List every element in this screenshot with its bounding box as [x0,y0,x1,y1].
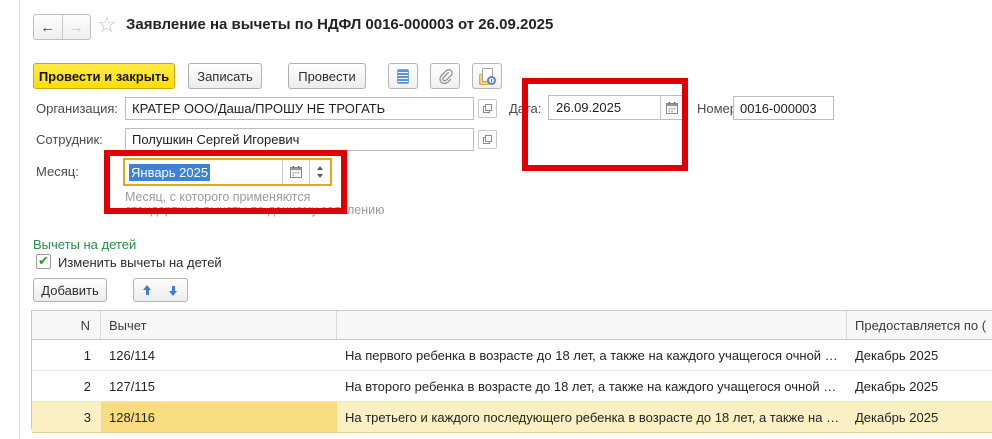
organization-open-button[interactable] [478,99,497,118]
annotation-red-box-date [522,78,688,171]
move-row-up-button[interactable] [133,278,161,302]
month-label: Месяц: [36,164,79,179]
table-row[interactable]: 1 126/114 На первого ребенка в возрасте … [32,340,992,371]
row-until-cell[interactable]: Декабрь 2025 [847,340,992,370]
month-input[interactable]: Январь 2025 [123,158,332,186]
row-desc-cell[interactable]: На второго ребенка в возрасте до 18 лет,… [337,371,847,401]
number-input[interactable]: 0016-000003 [733,96,834,120]
post-button[interactable]: Провести [288,63,366,89]
calendar-icon [290,166,302,178]
document-clock-icon [479,68,496,85]
show-postings-button[interactable] [388,63,418,89]
month-spinner[interactable] [309,160,330,184]
add-row-button[interactable]: Добавить [33,278,107,302]
row-num-cell[interactable]: 2 [32,371,101,401]
row-num-cell[interactable]: 1 [32,340,101,370]
row-code-cell[interactable]: 126/114 [101,340,337,370]
page-title: Заявление на вычеты по НДФЛ 0016-000003 … [126,16,553,33]
change-children-deductions-checkbox[interactable]: ✔ [36,254,51,269]
month-hint-line2: стандартные вычеты по данному заявлению [125,203,384,217]
arrow-up-icon [143,285,152,296]
spinner-up-icon[interactable] [317,166,323,170]
employee-open-button[interactable] [478,130,497,149]
month-selected-text: Январь 2025 [129,164,210,181]
move-row-down-button[interactable] [160,278,188,302]
attached-files-button[interactable] [430,63,460,89]
row-desc-cell[interactable]: На первого ребенка в возрасте до 18 лет,… [337,340,847,370]
change-history-button[interactable] [472,63,502,89]
table-row[interactable]: 2 127/115 На второго ребенка в возрасте … [32,371,992,402]
paperclip-icon [438,69,453,84]
back-arrow-icon: ← [40,19,55,36]
row-until-cell[interactable]: Декабрь 2025 [847,371,992,401]
calendar-icon [666,102,678,114]
open-icon [483,135,492,144]
month-calendar-button[interactable] [282,160,309,184]
date-input[interactable]: 26.09.2025 [548,95,684,120]
header-description[interactable] [337,311,847,339]
spinner-down-icon[interactable] [317,174,323,178]
header-provided-until[interactable]: Предоставляется по ( [847,311,992,339]
change-children-deductions-label[interactable]: Изменить вычеты на детей [58,255,222,270]
table-header-row: N Вычет Предоставляется по ( [32,311,992,340]
save-button[interactable]: Записать [188,63,262,89]
month-hint-line1: Месяц, с которого применяются [125,190,310,204]
post-and-close-button[interactable]: Провести и закрыть [33,63,175,89]
header-num[interactable]: N [32,311,101,339]
forward-button[interactable]: → [63,15,91,39]
postings-ledger-icon [397,69,409,84]
deductions-table: N Вычет Предоставляется по ( 1 126/114 Н… [31,310,992,429]
row-num-cell[interactable]: 3 [32,402,101,432]
left-border-divider [19,0,20,439]
nav-button-group: ← → [33,14,91,40]
employee-input[interactable]: Полушкин Сергей Игоревич [125,128,474,151]
date-calendar-button[interactable] [660,96,683,119]
organization-label: Организация: [36,101,118,116]
row-until-cell[interactable]: Декабрь 2025 [847,402,992,432]
date-label: Дата: [509,101,541,116]
open-icon [483,104,492,113]
favorite-star-icon[interactable]: ☆ [97,12,117,38]
back-button[interactable]: ← [34,15,63,39]
arrow-down-icon [169,285,178,296]
table-row-selected[interactable]: 3 128/116 На третьего и каждого последую… [32,402,992,433]
document-form-window: ← → ☆ Заявление на вычеты по НДФЛ 0016-0… [0,0,992,439]
row-desc-cell[interactable]: На третьего и каждого последующего ребен… [337,402,847,432]
row-code-cell[interactable]: 127/115 [101,371,337,401]
organization-input[interactable]: КРАТЕР ООО/Даша/ПРОШУ НЕ ТРОГАТЬ [125,97,474,120]
checkmark-icon: ✔ [38,254,49,267]
date-value: 26.09.2025 [549,100,660,115]
employee-label: Сотрудник: [36,132,103,147]
header-deduction[interactable]: Вычет [101,311,337,339]
row-code-cell-active[interactable]: 128/116 [101,402,337,432]
forward-arrow-icon: → [69,19,84,36]
children-deductions-section-title[interactable]: Вычеты на детей [33,237,136,252]
